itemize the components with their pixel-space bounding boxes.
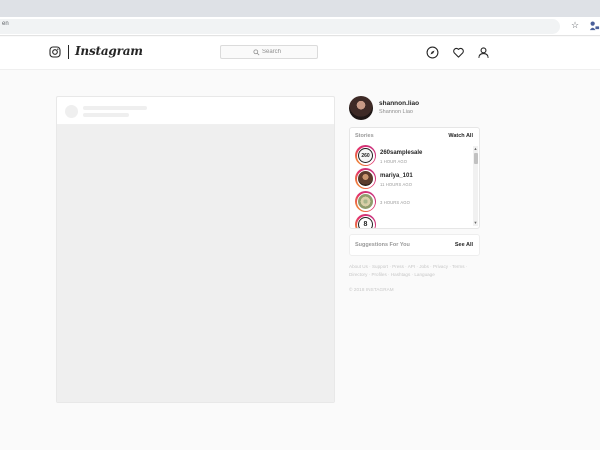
- avatar[interactable]: [349, 96, 373, 120]
- story-item[interactable]: 260 260samplesale 1 HOUR AGO: [355, 145, 473, 167]
- stories-scrollbar[interactable]: ▲ ▼: [473, 146, 478, 226]
- scroll-up-icon[interactable]: ▲: [474, 147, 478, 151]
- footer-links[interactable]: About Us · Support · Press · API · Jobs …: [349, 263, 480, 279]
- story-avatar: 260: [358, 148, 373, 163]
- profile-username[interactable]: shannon.liao: [379, 100, 419, 107]
- scrollbar-thumb[interactable]: [473, 153, 478, 164]
- story-avatar: [358, 171, 373, 186]
- user-icon[interactable]: [477, 46, 490, 59]
- copyright: © 2018 INSTAGRAM: [349, 287, 394, 292]
- story-item[interactable]: 8: [355, 214, 473, 228]
- location-placeholder: [83, 113, 129, 117]
- url-text: en: [2, 21, 9, 27]
- stories-panel: Stories Watch All 260 260samplesale 1 HO…: [349, 127, 480, 229]
- search-box[interactable]: [220, 45, 318, 59]
- stories-title: Stories: [355, 133, 374, 139]
- story-username: 260samplesale: [380, 150, 423, 156]
- see-all-link[interactable]: See All: [455, 242, 473, 248]
- feed-post-placeholder: [56, 96, 335, 403]
- suggestions-panel: Suggestions For You See All: [349, 234, 480, 256]
- browser-tab-strip: [0, 0, 600, 17]
- story-item[interactable]: mariya_101 11 HOURS AGO: [355, 168, 473, 190]
- search-input[interactable]: [262, 48, 302, 56]
- media-placeholder: [57, 125, 334, 402]
- watch-all-link[interactable]: Watch All: [448, 133, 473, 139]
- suggestions-title: Suggestions For You: [355, 242, 410, 248]
- story-avatar: 8: [358, 217, 373, 228]
- username-placeholder: [83, 106, 147, 110]
- profile-full-name: Shannon Liao: [379, 109, 413, 115]
- story-ring: 8: [355, 214, 376, 228]
- instagram-camera-icon[interactable]: [49, 46, 61, 58]
- heart-icon[interactable]: [452, 46, 465, 59]
- compass-icon[interactable]: [426, 46, 439, 59]
- logo-divider: [68, 45, 69, 59]
- instagram-navbar: Instagram: [0, 37, 600, 70]
- browser-address-bar: en ☆: [0, 17, 600, 36]
- story-time: 11 HOURS AGO: [380, 182, 413, 187]
- avatar-placeholder: [65, 105, 78, 118]
- story-avatar: [358, 194, 373, 209]
- extension-icon[interactable]: [589, 20, 600, 31]
- story-time: 1 HOUR AGO: [380, 159, 408, 164]
- url-field[interactable]: en: [0, 19, 560, 34]
- star-icon[interactable]: ☆: [571, 20, 579, 30]
- search-icon: [253, 48, 260, 55]
- story-ring: 260: [355, 145, 376, 166]
- story-item[interactable]: 3 HOURS AGO: [355, 191, 473, 213]
- story-time: 3 HOURS AGO: [380, 200, 410, 205]
- post-header-placeholder: [57, 97, 334, 125]
- current-user[interactable]: shannon.liao Shannon Liao: [349, 96, 480, 120]
- story-username: mariya_101: [380, 173, 413, 179]
- scroll-down-icon[interactable]: ▼: [474, 221, 478, 225]
- story-ring: [355, 168, 376, 189]
- story-ring: [355, 191, 376, 212]
- instagram-wordmark[interactable]: Instagram: [75, 44, 143, 58]
